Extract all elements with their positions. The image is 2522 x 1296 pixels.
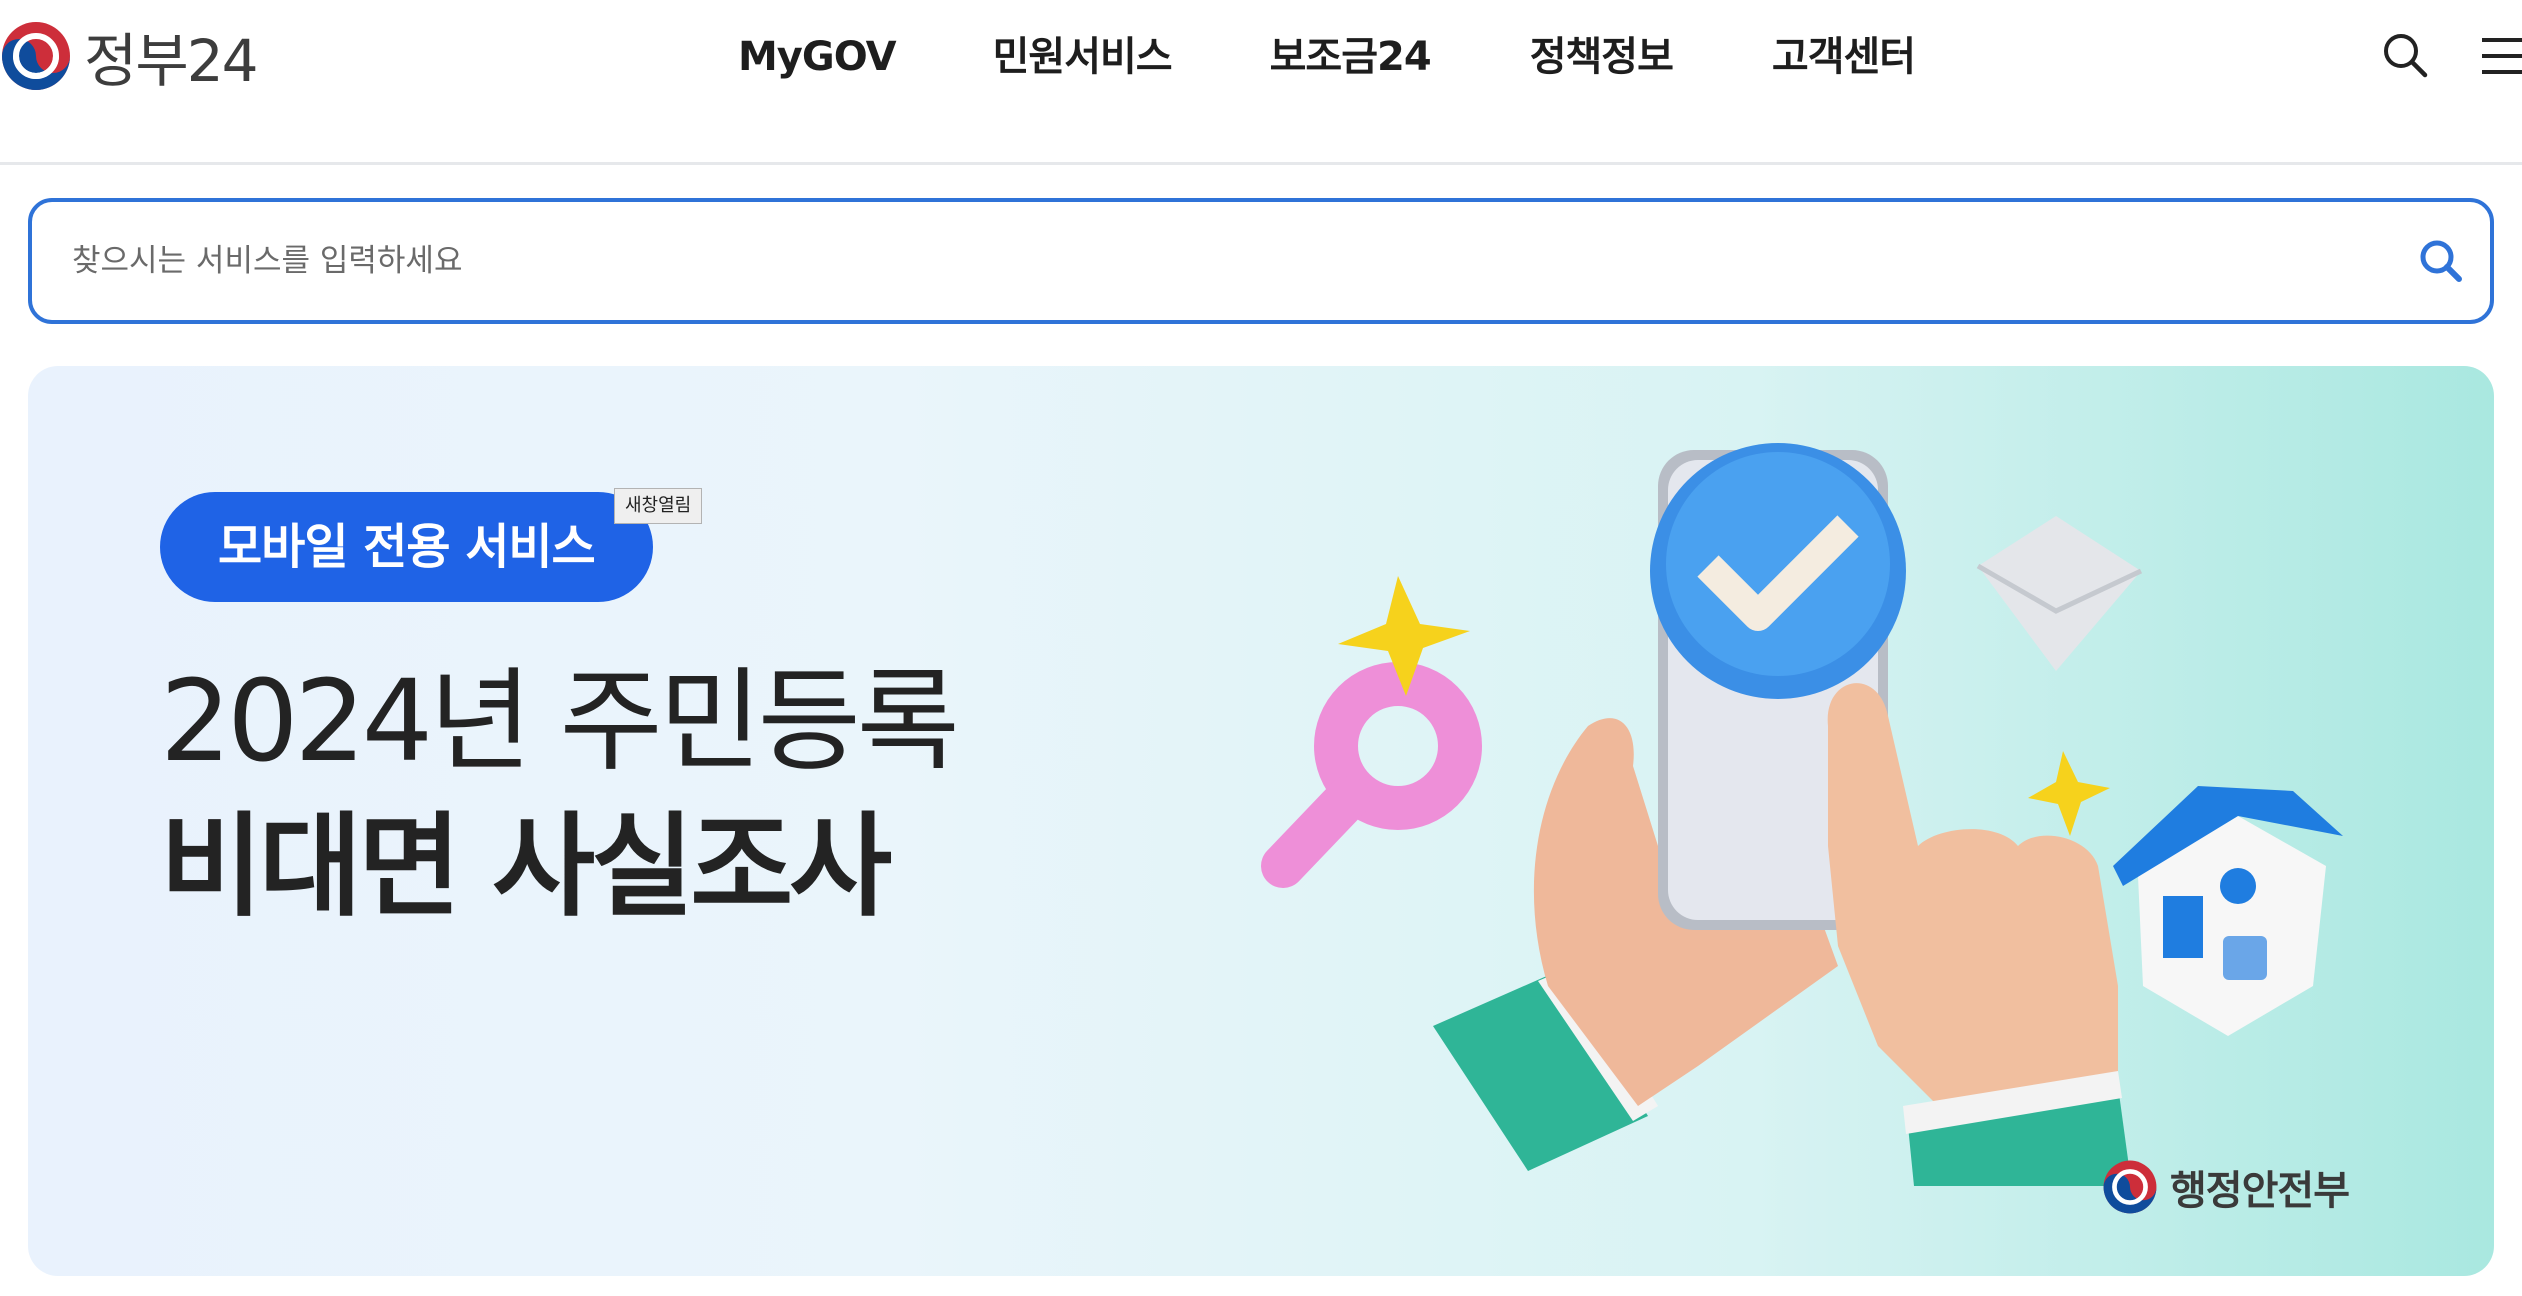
menu-button[interactable] <box>2480 32 2522 80</box>
taegeuk-emblem-icon <box>2 22 70 90</box>
nav-mygov[interactable]: MyGOV <box>738 22 897 92</box>
search-input[interactable] <box>72 202 2372 320</box>
magnifier-icon <box>1261 662 1482 888</box>
mobile-only-badge: 모바일 전용 서비스 <box>160 492 653 602</box>
search-submit-button[interactable] <box>2416 236 2466 286</box>
service-search-bar <box>28 198 2494 324</box>
nav-civil-service[interactable]: 민원서비스 <box>993 22 1173 92</box>
ministry-credit: 행정안전부 <box>2102 1158 2350 1216</box>
new-window-tooltip: 새창열림 <box>614 488 703 524</box>
promo-banner[interactable]: 모바일 전용 서비스 새창열림 2024년 주민등록 비대면 사실조사 행정안전… <box>28 366 2494 1276</box>
house-icon <box>2113 786 2343 1036</box>
check-circle-icon <box>1650 443 1906 699</box>
home-logo-link[interactable]: 정부24 <box>0 18 259 95</box>
search-icon <box>2420 240 2462 282</box>
banner-illustration <box>1261 443 2343 1186</box>
taegeuk-emblem-icon <box>2103 1160 2157 1214</box>
main-nav: MyGOV 민원서비스 보조금24 정책정보 고객센터 <box>738 22 1916 92</box>
site-header: 정부24 MyGOV 민원서비스 보조금24 정책정보 고객센터 <box>0 0 2522 165</box>
star-icon <box>2028 751 2110 836</box>
banner-title-line1: 2024년 주민등록 <box>160 657 960 787</box>
hamburger-menu-icon <box>2482 38 2522 74</box>
nav-customer-center[interactable]: 고객센터 <box>1772 22 1916 92</box>
right-hand <box>1827 683 2118 1126</box>
nav-policy-info[interactable]: 정책정보 <box>1530 22 1674 92</box>
ministry-name: 행정안전부 <box>2170 1168 2350 1214</box>
banner-title-line2: 비대면 사실조사 <box>160 802 892 932</box>
search-icon <box>2384 34 2428 78</box>
header-search-button[interactable] <box>2380 30 2430 80</box>
logo-text: 정부24 <box>84 27 259 95</box>
nav-subsidy24[interactable]: 보조금24 <box>1270 22 1432 92</box>
envelope-icon <box>1976 516 2143 671</box>
